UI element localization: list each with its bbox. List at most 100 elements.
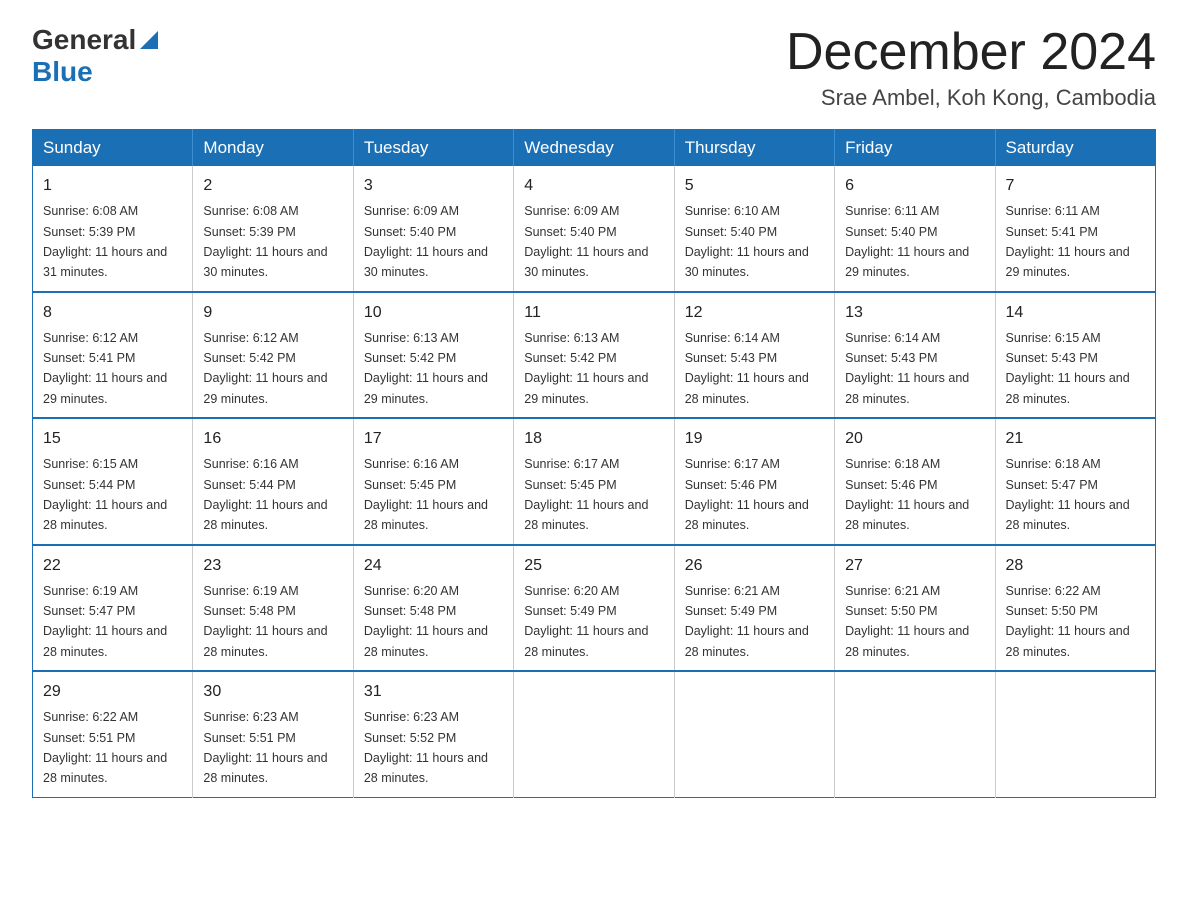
day-info: Sunrise: 6:16 AMSunset: 5:44 PMDaylight:… <box>203 457 327 532</box>
day-number: 22 <box>43 554 182 578</box>
calendar-cell: 28 Sunrise: 6:22 AMSunset: 5:50 PMDayligh… <box>995 545 1155 672</box>
calendar-cell: 26 Sunrise: 6:21 AMSunset: 5:49 PMDayligh… <box>674 545 834 672</box>
day-number: 10 <box>364 301 503 325</box>
day-number: 20 <box>845 427 984 451</box>
day-info: Sunrise: 6:12 AMSunset: 5:42 PMDaylight:… <box>203 331 327 406</box>
calendar-cell: 15 Sunrise: 6:15 AMSunset: 5:44 PMDayligh… <box>33 418 193 545</box>
day-info: Sunrise: 6:16 AMSunset: 5:45 PMDaylight:… <box>364 457 488 532</box>
calendar-cell: 4 Sunrise: 6:09 AMSunset: 5:40 PMDaylight… <box>514 166 674 292</box>
calendar-cell <box>514 671 674 797</box>
month-title: December 2024 <box>786 24 1156 81</box>
day-info: Sunrise: 6:12 AMSunset: 5:41 PMDaylight:… <box>43 331 167 406</box>
calendar-cell <box>995 671 1155 797</box>
weekday-header-sunday: Sunday <box>33 130 193 167</box>
day-info: Sunrise: 6:13 AMSunset: 5:42 PMDaylight:… <box>364 331 488 406</box>
weekday-header-saturday: Saturday <box>995 130 1155 167</box>
weekday-header-wednesday: Wednesday <box>514 130 674 167</box>
calendar-cell: 18 Sunrise: 6:17 AMSunset: 5:45 PMDayligh… <box>514 418 674 545</box>
day-number: 9 <box>203 301 342 325</box>
day-info: Sunrise: 6:08 AMSunset: 5:39 PMDaylight:… <box>43 204 167 279</box>
day-info: Sunrise: 6:23 AMSunset: 5:52 PMDaylight:… <box>364 710 488 785</box>
calendar-cell: 9 Sunrise: 6:12 AMSunset: 5:42 PMDaylight… <box>193 292 353 419</box>
day-number: 7 <box>1006 174 1145 198</box>
calendar-cell: 10 Sunrise: 6:13 AMSunset: 5:42 PMDayligh… <box>353 292 513 419</box>
weekday-header-row: SundayMondayTuesdayWednesdayThursdayFrid… <box>33 130 1156 167</box>
day-info: Sunrise: 6:19 AMSunset: 5:48 PMDaylight:… <box>203 584 327 659</box>
day-number: 6 <box>845 174 984 198</box>
day-info: Sunrise: 6:22 AMSunset: 5:50 PMDaylight:… <box>1006 584 1130 659</box>
logo-arrow-icon <box>140 31 158 54</box>
day-number: 25 <box>524 554 663 578</box>
location-subtitle: Srae Ambel, Koh Kong, Cambodia <box>786 85 1156 111</box>
day-info: Sunrise: 6:11 AMSunset: 5:40 PMDaylight:… <box>845 204 969 279</box>
weekday-header-tuesday: Tuesday <box>353 130 513 167</box>
calendar-cell: 19 Sunrise: 6:17 AMSunset: 5:46 PMDayligh… <box>674 418 834 545</box>
day-number: 15 <box>43 427 182 451</box>
calendar-cell <box>835 671 995 797</box>
day-number: 14 <box>1006 301 1145 325</box>
day-number: 27 <box>845 554 984 578</box>
day-info: Sunrise: 6:22 AMSunset: 5:51 PMDaylight:… <box>43 710 167 785</box>
weekday-header-monday: Monday <box>193 130 353 167</box>
calendar-cell: 7 Sunrise: 6:11 AMSunset: 5:41 PMDaylight… <box>995 166 1155 292</box>
calendar-cell: 3 Sunrise: 6:09 AMSunset: 5:40 PMDaylight… <box>353 166 513 292</box>
day-info: Sunrise: 6:17 AMSunset: 5:46 PMDaylight:… <box>685 457 809 532</box>
calendar-cell: 2Sunrise: 6:08 AMSunset: 5:39 PMDaylight… <box>193 166 353 292</box>
day-info: Sunrise: 6:19 AMSunset: 5:47 PMDaylight:… <box>43 584 167 659</box>
day-info: Sunrise: 6:20 AMSunset: 5:49 PMDaylight:… <box>524 584 648 659</box>
calendar-week-row: 22 Sunrise: 6:19 AMSunset: 5:47 PMDayligh… <box>33 545 1156 672</box>
calendar-cell: 21 Sunrise: 6:18 AMSunset: 5:47 PMDayligh… <box>995 418 1155 545</box>
day-number: 23 <box>203 554 342 578</box>
day-info: Sunrise: 6:18 AMSunset: 5:47 PMDaylight:… <box>1006 457 1130 532</box>
day-number: 19 <box>685 427 824 451</box>
title-block: December 2024 Srae Ambel, Koh Kong, Camb… <box>786 24 1156 111</box>
calendar-cell: 30 Sunrise: 6:23 AMSunset: 5:51 PMDayligh… <box>193 671 353 797</box>
day-number: 30 <box>203 680 342 704</box>
calendar-cell <box>674 671 834 797</box>
day-number: 21 <box>1006 427 1145 451</box>
logo-blue-text: Blue <box>32 56 93 87</box>
day-info: Sunrise: 6:14 AMSunset: 5:43 PMDaylight:… <box>685 331 809 406</box>
day-info: Sunrise: 6:09 AMSunset: 5:40 PMDaylight:… <box>524 204 648 279</box>
day-number: 28 <box>1006 554 1145 578</box>
day-info: Sunrise: 6:11 AMSunset: 5:41 PMDaylight:… <box>1006 204 1130 279</box>
day-info: Sunrise: 6:15 AMSunset: 5:44 PMDaylight:… <box>43 457 167 532</box>
day-info: Sunrise: 6:14 AMSunset: 5:43 PMDaylight:… <box>845 331 969 406</box>
calendar-cell: 25 Sunrise: 6:20 AMSunset: 5:49 PMDayligh… <box>514 545 674 672</box>
calendar-cell: 31 Sunrise: 6:23 AMSunset: 5:52 PMDayligh… <box>353 671 513 797</box>
day-number: 4 <box>524 174 663 198</box>
day-info: Sunrise: 6:18 AMSunset: 5:46 PMDaylight:… <box>845 457 969 532</box>
calendar-cell: 8 Sunrise: 6:12 AMSunset: 5:41 PMDaylight… <box>33 292 193 419</box>
day-number: 11 <box>524 301 663 325</box>
calendar-cell: 20 Sunrise: 6:18 AMSunset: 5:46 PMDayligh… <box>835 418 995 545</box>
calendar-week-row: 15 Sunrise: 6:15 AMSunset: 5:44 PMDayligh… <box>33 418 1156 545</box>
day-info: Sunrise: 6:20 AMSunset: 5:48 PMDaylight:… <box>364 584 488 659</box>
calendar-cell: 1Sunrise: 6:08 AMSunset: 5:39 PMDaylight… <box>33 166 193 292</box>
day-number: 5 <box>685 174 824 198</box>
day-info: Sunrise: 6:09 AMSunset: 5:40 PMDaylight:… <box>364 204 488 279</box>
day-info: Sunrise: 6:08 AMSunset: 5:39 PMDaylight:… <box>203 204 327 279</box>
day-number: 16 <box>203 427 342 451</box>
logo: General Blue <box>32 24 158 88</box>
weekday-header-friday: Friday <box>835 130 995 167</box>
day-info: Sunrise: 6:17 AMSunset: 5:45 PMDaylight:… <box>524 457 648 532</box>
calendar-cell: 29 Sunrise: 6:22 AMSunset: 5:51 PMDayligh… <box>33 671 193 797</box>
calendar-table: SundayMondayTuesdayWednesdayThursdayFrid… <box>32 129 1156 798</box>
day-info: Sunrise: 6:23 AMSunset: 5:51 PMDaylight:… <box>203 710 327 785</box>
day-number: 8 <box>43 301 182 325</box>
calendar-cell: 23 Sunrise: 6:19 AMSunset: 5:48 PMDayligh… <box>193 545 353 672</box>
day-info: Sunrise: 6:21 AMSunset: 5:49 PMDaylight:… <box>685 584 809 659</box>
day-number: 31 <box>364 680 503 704</box>
page-header: General Blue December 2024 Srae Ambel, K… <box>32 24 1156 111</box>
calendar-week-row: 1Sunrise: 6:08 AMSunset: 5:39 PMDaylight… <box>33 166 1156 292</box>
day-number: 24 <box>364 554 503 578</box>
day-number: 3 <box>364 174 503 198</box>
day-number: 17 <box>364 427 503 451</box>
day-number: 12 <box>685 301 824 325</box>
day-number: 26 <box>685 554 824 578</box>
day-info: Sunrise: 6:21 AMSunset: 5:50 PMDaylight:… <box>845 584 969 659</box>
calendar-cell: 22 Sunrise: 6:19 AMSunset: 5:47 PMDayligh… <box>33 545 193 672</box>
logo-general-text: General <box>32 24 136 56</box>
day-number: 29 <box>43 680 182 704</box>
day-number: 18 <box>524 427 663 451</box>
